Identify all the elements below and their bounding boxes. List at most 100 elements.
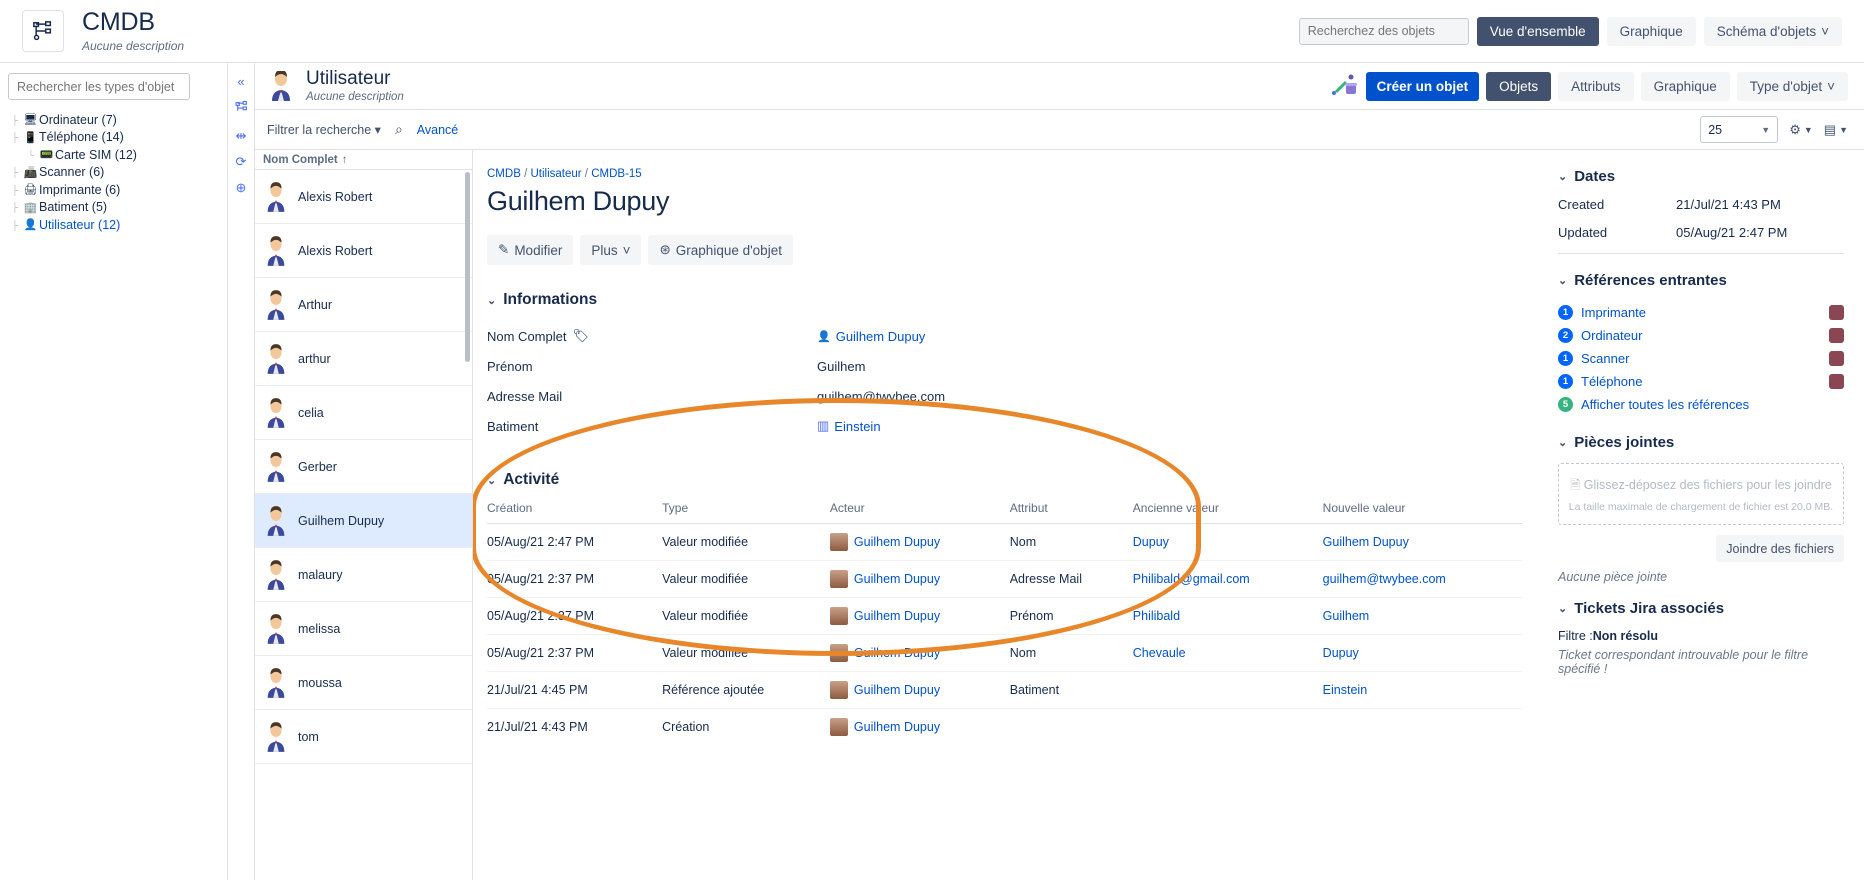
activity-acteur-link[interactable]: Guilhem Dupuy — [854, 535, 940, 549]
sitemap-icon[interactable] — [235, 101, 248, 116]
activity-nouvelle-link[interactable]: Guilhem — [1323, 609, 1370, 623]
object-list-header[interactable]: Nom Complet ↑ — [255, 150, 472, 170]
object-search[interactable]: ▼ — [1298, 17, 1469, 45]
activity-nouvelle-link[interactable]: Dupuy — [1323, 646, 1359, 660]
filter-search-dropdown[interactable]: Filtrer la recherche ▾ — [267, 122, 381, 137]
table-row: 05/Aug/21 2:47 PM Valeur modifiée Guilhem … — [487, 523, 1522, 561]
tree-twisty-icon[interactable]: ├ — [8, 115, 22, 125]
reference-link[interactable]: Téléphone — [1581, 374, 1642, 389]
activity-nouvelle-link[interactable]: Einstein — [1323, 683, 1367, 697]
reference-link[interactable]: Imprimante — [1581, 305, 1646, 320]
type-tree-item[interactable]: ├ 🖨 Imprimante (6) — [8, 182, 219, 197]
list-item[interactable]: Guilhem Dupuy — [255, 494, 472, 548]
activity-ancienne-link[interactable]: Philibald — [1133, 609, 1180, 623]
add-circle-icon[interactable]: ⊕ — [236, 181, 247, 194]
collapse-left-icon[interactable]: « — [237, 75, 244, 88]
activity-ancienne-link[interactable]: Dupuy — [1133, 535, 1169, 549]
activity-nouvelle-link[interactable]: guilhem@twybee.com — [1323, 572, 1446, 586]
activity-acteur-link[interactable]: Guilhem Dupuy — [854, 609, 940, 623]
reference-row[interactable]: 1 Imprimante — [1558, 301, 1844, 324]
breadcrumb-key[interactable]: CMDB-15 — [591, 168, 641, 180]
refresh-icon[interactable]: ⟳ — [236, 155, 247, 168]
list-item[interactable]: malaury — [255, 548, 472, 602]
info-value-text[interactable]: Guilhem Dupuy — [836, 329, 926, 344]
activity-acteur-link[interactable]: Guilhem Dupuy — [854, 646, 940, 660]
object-list-scrollbar[interactable] — [465, 172, 470, 362]
activity-acteur-link[interactable]: Guilhem Dupuy — [854, 683, 940, 697]
info-value: guilhem@twybee.com — [817, 389, 945, 404]
attach-files-button[interactable]: Joindre des fichiers — [1716, 535, 1844, 562]
tab-objets[interactable]: Objets — [1486, 71, 1552, 101]
search-icon[interactable]: ⌕ — [395, 121, 403, 138]
show-all-references-row[interactable]: 5 Afficher toutes les références — [1558, 393, 1844, 416]
activity-heading[interactable]: ⌄ Activité — [487, 471, 1522, 489]
breadcrumb-root[interactable]: CMDB — [487, 168, 521, 180]
activity-ancienne-link[interactable]: Philibald@gmail.com — [1133, 572, 1250, 586]
tree-twisty-icon[interactable]: ├ — [8, 185, 22, 195]
jira-heading[interactable]: ⌄ Tickets Jira associés — [1558, 600, 1844, 617]
list-item[interactable]: celia — [255, 386, 472, 440]
references-heading[interactable]: ⌄ Références entrantes — [1558, 272, 1844, 289]
object-graph-button[interactable]: ⊛ Graphique d'objet — [648, 235, 793, 265]
list-item[interactable]: moussa — [255, 656, 472, 710]
attachments-heading[interactable]: ⌄ Pièces jointes — [1558, 434, 1844, 451]
tree-twisty-icon[interactable]: ├ — [8, 132, 22, 142]
info-label: Adresse Mail — [487, 389, 817, 404]
activity-attribut: Prénom — [1009, 597, 1133, 635]
type-tree-item[interactable]: ├ 🖥 Ordinateur (7) — [8, 112, 219, 127]
type-tree-item[interactable]: ├ 📱 Téléphone (14) — [8, 130, 219, 145]
show-all-count-badge: 5 — [1558, 397, 1573, 412]
type-tree-item[interactable]: └ 📟 Carte SIM (12) — [8, 147, 219, 162]
collapse-arrows-icon[interactable]: ⇹ — [236, 129, 247, 142]
tree-twisty-icon[interactable]: ├ — [8, 220, 22, 230]
nav-object-schema-button[interactable]: Schéma d'objets ˅ — [1703, 16, 1842, 46]
nav-overview-button[interactable]: Vue d'ensemble — [1476, 16, 1599, 46]
activity-acteur-link[interactable]: Guilhem Dupuy — [854, 720, 940, 734]
tab-graphique[interactable]: Graphique — [1640, 71, 1730, 101]
tab-type-objet[interactable]: Type d'objet ˅ — [1736, 71, 1848, 101]
edit-button[interactable]: ✎ Modifier — [487, 235, 574, 265]
show-all-references-link[interactable]: Afficher toutes les références — [1581, 397, 1749, 412]
info-value-text[interactable]: Einstein — [834, 419, 880, 434]
activity-acteur-link[interactable]: Guilhem Dupuy — [854, 572, 940, 586]
advanced-link[interactable]: Avancé — [417, 123, 458, 137]
reference-row[interactable]: 1 Téléphone — [1558, 370, 1844, 393]
list-item[interactable]: tom — [255, 710, 472, 764]
reference-link[interactable]: Scanner — [1581, 351, 1629, 366]
list-item[interactable]: Alexis Robert — [255, 224, 472, 278]
activity-type: Création — [662, 720, 710, 734]
list-item[interactable]: Arthur — [255, 278, 472, 332]
activity-ancienne-link[interactable]: Chevaule — [1133, 646, 1186, 660]
type-search-input[interactable] — [8, 73, 190, 100]
attachment-dropzone[interactable]: 🗎 Glissez-déposez des fichiers pour les … — [1558, 463, 1844, 525]
gear-icon[interactable]: ⚙ ▼ — [1789, 122, 1813, 138]
create-object-button[interactable]: Créer un objet — [1365, 71, 1480, 101]
dates-heading[interactable]: ⌄ Dates — [1558, 168, 1844, 185]
activity-nouvelle-link[interactable]: Guilhem Dupuy — [1323, 535, 1409, 549]
type-tree-item[interactable]: ├ 👤 Utilisateur (12) — [8, 217, 219, 232]
list-item[interactable]: Gerber — [255, 440, 472, 494]
activity-ancienne-valeur: Philibald@gmail.com — [1132, 560, 1323, 598]
reference-row[interactable]: 1 Scanner — [1558, 347, 1844, 370]
informations-heading[interactable]: ⌄ Informations — [487, 291, 1522, 309]
more-button[interactable]: Plus ˅ — [580, 235, 642, 265]
breadcrumb-type[interactable]: Utilisateur — [530, 168, 581, 180]
list-item[interactable]: arthur — [255, 332, 472, 386]
list-item[interactable]: Alexis Robert — [255, 170, 472, 224]
reference-link[interactable]: Ordinateur — [1581, 328, 1642, 343]
columns-layout-icon[interactable]: ▤ ▼ — [1824, 122, 1848, 138]
type-tree-item[interactable]: ├ 📠 Scanner (6) — [8, 165, 219, 180]
tab-attributs[interactable]: Attributs — [1558, 71, 1634, 101]
reference-row[interactable]: 2 Ordinateur — [1558, 324, 1844, 347]
tree-twisty-icon[interactable]: └ — [24, 150, 38, 160]
list-item[interactable]: melissa — [255, 602, 472, 656]
tree-twisty-icon[interactable]: ├ — [8, 202, 22, 212]
updated-label: Updated — [1558, 225, 1608, 240]
type-tree-item[interactable]: ├ 🏢 Batiment (5) — [8, 200, 219, 215]
page-size-select[interactable]: 25 ▼ — [1700, 116, 1779, 143]
object-search-input[interactable] — [1299, 18, 1468, 44]
tree-twisty-icon[interactable]: ├ — [8, 167, 22, 177]
avatar — [267, 343, 285, 374]
automation-icon[interactable] — [1329, 73, 1359, 99]
nav-graph-button[interactable]: Graphique — [1606, 16, 1696, 46]
